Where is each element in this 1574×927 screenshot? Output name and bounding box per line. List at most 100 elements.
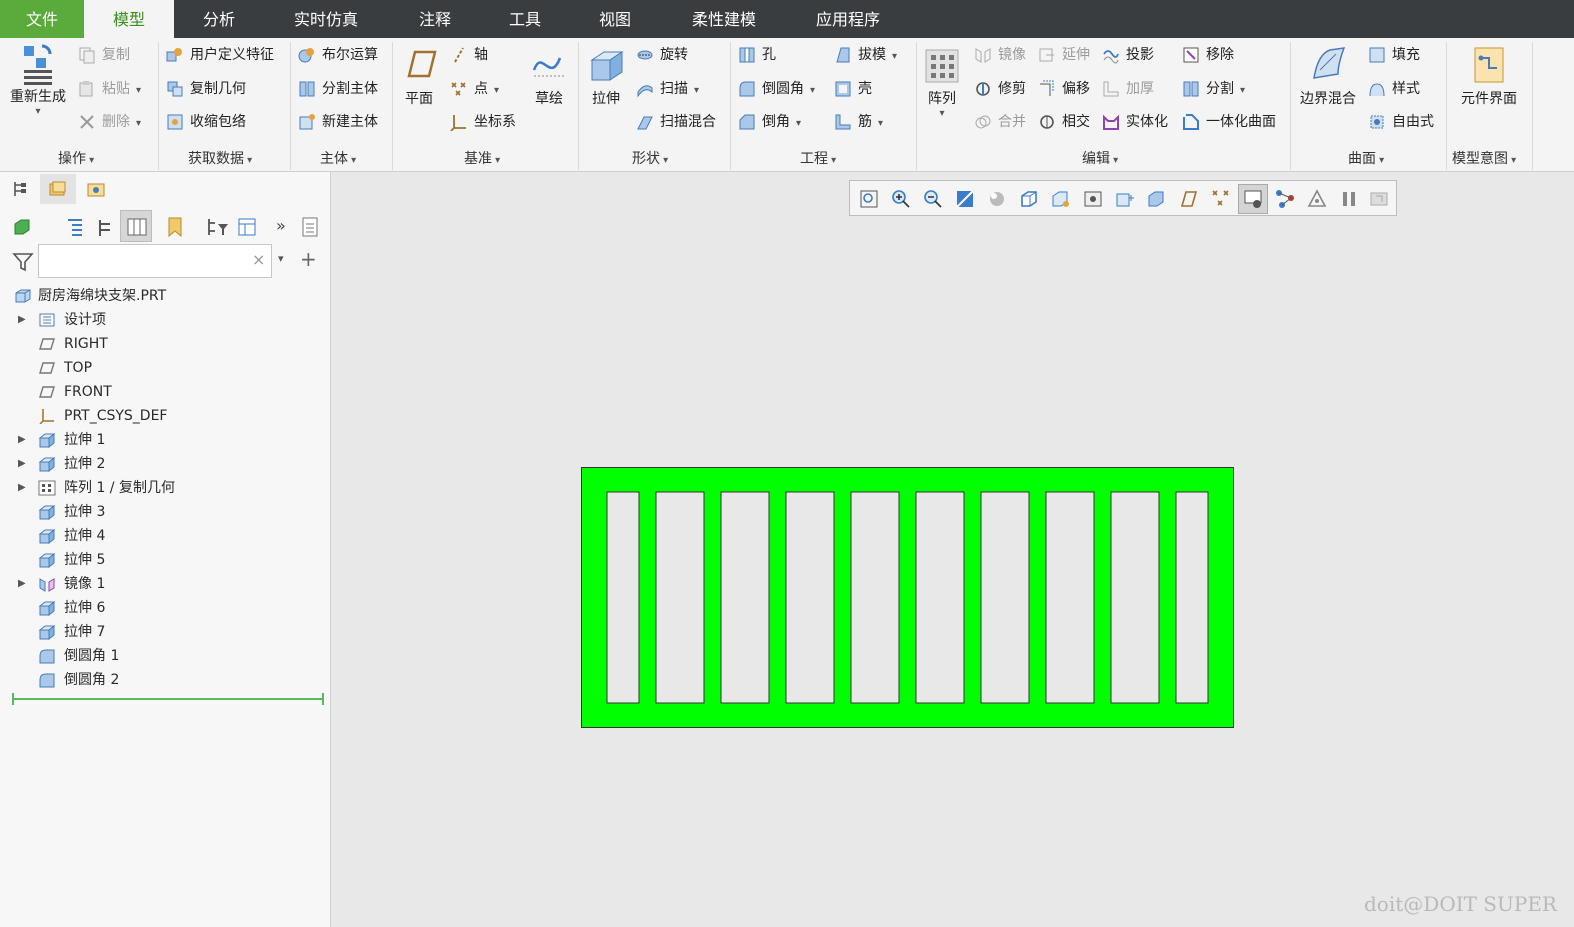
add-filter-icon[interactable]: + — [300, 247, 317, 271]
menu-tab-model[interactable]: 模型 — [84, 0, 174, 38]
expand-arrow-icon[interactable]: ▶ — [18, 308, 26, 332]
group-label-body[interactable]: 主体 — [320, 148, 356, 168]
round-button[interactable]: 倒圆角 ▾ — [738, 77, 815, 101]
tree-item[interactable]: TOP — [0, 356, 320, 380]
folder-browser-tab[interactable] — [40, 174, 76, 204]
axis-button[interactable]: 轴 — [450, 43, 488, 67]
tree-item[interactable]: ▶ 设计项 — [0, 308, 320, 332]
tree-item[interactable]: 拉伸 5 — [0, 548, 320, 572]
slot-cutout[interactable] — [720, 491, 770, 704]
paste-button[interactable]: 粘贴 ▾ — [78, 77, 141, 101]
tree-item[interactable]: FRONT — [0, 380, 320, 404]
slot-cutout[interactable] — [655, 491, 705, 704]
filter-funnel-icon[interactable] — [12, 252, 34, 272]
tree-item[interactable]: 拉伸 6 — [0, 596, 320, 620]
favorites-tab-icon[interactable] — [86, 180, 106, 198]
rib-button[interactable]: 筋 ▾ — [834, 110, 883, 134]
intersect-button[interactable]: 相交 — [1038, 110, 1090, 134]
refit-icon[interactable] — [858, 188, 880, 210]
copy-geometry-button[interactable]: 复制几何 — [166, 77, 246, 101]
part-model-view[interactable] — [581, 467, 1235, 729]
perspective-view-icon[interactable] — [1082, 188, 1104, 210]
datum-points-display-icon[interactable] — [1210, 188, 1232, 210]
group-label-model-intent[interactable]: 模型意图 — [1452, 148, 1516, 168]
menu-tab-flexible-modeling[interactable]: 柔性建模 — [670, 0, 778, 38]
solid-body-icon[interactable] — [12, 216, 32, 236]
group-label-shapes[interactable]: 形状 — [632, 148, 668, 168]
columns-toggle-button[interactable] — [120, 210, 152, 242]
extrude-button[interactable]: 拉伸 — [584, 44, 628, 108]
plane-button[interactable]: 平面 — [398, 44, 440, 108]
remove-button[interactable]: 移除 — [1182, 43, 1234, 67]
group-label-get-data[interactable]: 获取数据 — [188, 148, 252, 168]
tree-item[interactable]: PRT_CSYS_DEF — [0, 404, 320, 428]
udf-button[interactable]: 用户定义特征 — [166, 43, 274, 67]
delete-button[interactable]: 删除 ▾ — [78, 110, 141, 134]
sketch-button[interactable]: 草绘 — [530, 44, 568, 108]
offset-button[interactable]: 偏移 — [1038, 77, 1090, 101]
project-button[interactable]: 投影 — [1102, 43, 1154, 67]
fill-button[interactable]: 填充 — [1368, 43, 1420, 67]
group-label-operations[interactable]: 操作 — [58, 148, 94, 168]
tree-document-icon[interactable] — [300, 216, 320, 238]
group-label-datum[interactable]: 基准 — [464, 148, 500, 168]
tree-item[interactable]: ▶ 拉伸 2 — [0, 452, 320, 476]
tree-item[interactable]: 倒圆角 1 — [0, 644, 320, 668]
view-manager-icon[interactable] — [1050, 188, 1072, 210]
menu-tab-view[interactable]: 视图 — [576, 0, 654, 38]
freestyle-button[interactable]: 自由式 — [1368, 110, 1434, 134]
menu-tab-file[interactable]: 文件 — [0, 0, 84, 38]
saved-orientations-icon[interactable] — [1018, 188, 1040, 210]
pause-icon[interactable] — [1338, 188, 1360, 210]
tree-item[interactable]: ▶ 拉伸 1 — [0, 428, 320, 452]
split-button[interactable]: 分割 ▾ — [1182, 77, 1245, 101]
revolve-button[interactable]: 旋转 — [636, 43, 688, 67]
model-tree-tab-icon[interactable] — [12, 180, 30, 198]
menu-tab-tools[interactable]: 工具 — [486, 0, 564, 38]
more-tools-icon[interactable]: » — [276, 216, 286, 235]
shrinkwrap-button[interactable]: 收缩包络 — [166, 110, 246, 134]
chamfer-button[interactable]: 倒角 ▾ — [738, 110, 801, 134]
insert-here-indicator[interactable] — [14, 698, 324, 700]
menu-tab-applications[interactable]: 应用程序 — [796, 0, 900, 38]
component-interface-button[interactable]: 元件界面 — [1456, 44, 1522, 108]
slot-cutout[interactable] — [1110, 491, 1160, 704]
tree-settings-icon[interactable] — [64, 216, 86, 238]
tree-item[interactable]: 拉伸 3 — [0, 500, 320, 524]
expand-arrow-icon[interactable]: ▶ — [18, 476, 26, 500]
group-label-surfaces[interactable]: 曲面 — [1348, 148, 1384, 168]
pattern-button[interactable]: 阵列 ▾ — [920, 44, 964, 119]
section-icon[interactable] — [1114, 188, 1136, 210]
group-label-engineering[interactable]: 工程 — [800, 148, 836, 168]
slot-cutout[interactable] — [1175, 491, 1209, 704]
zoom-out-icon[interactable] — [922, 188, 944, 210]
mirror-button[interactable]: 镜像 — [974, 43, 1026, 67]
show-columns-icon[interactable] — [236, 216, 258, 238]
bookmark-icon[interactable] — [164, 216, 186, 238]
slot-cutout[interactable] — [1045, 491, 1095, 704]
spin-center-icon[interactable] — [1306, 188, 1328, 210]
zoom-in-icon[interactable] — [890, 188, 912, 210]
group-label-editing[interactable]: 编辑 — [1082, 148, 1118, 168]
trim-button[interactable]: 修剪 — [974, 77, 1026, 101]
appearance-icon[interactable] — [1146, 188, 1168, 210]
solidify-button[interactable]: 实体化 — [1102, 110, 1168, 134]
copy-button[interactable]: 复制 — [78, 43, 130, 67]
search-dropdown-icon[interactable]: ▾ — [278, 252, 284, 265]
slot-cutout[interactable] — [915, 491, 965, 704]
regenerate-button[interactable]: 重新生成 ▾ — [6, 42, 70, 117]
style-button[interactable]: 样式 — [1368, 77, 1420, 101]
csys-button[interactable]: 坐标系 — [450, 110, 516, 134]
tree-item[interactable]: RIGHT — [0, 332, 320, 356]
expand-arrow-icon[interactable]: ▶ — [18, 428, 26, 452]
sweep-button[interactable]: 扫描 ▾ — [636, 77, 699, 101]
display-filter-button[interactable] — [1238, 184, 1268, 214]
redraw-icon[interactable] — [1368, 188, 1390, 210]
tree-filter-list-icon[interactable] — [94, 216, 116, 238]
swept-blend-button[interactable]: 扫描混合 — [636, 110, 716, 134]
clear-search-icon[interactable]: × — [252, 250, 265, 269]
boundary-blend-button[interactable]: 边界混合 — [1296, 44, 1360, 108]
split-body-button[interactable]: 分割主体 — [298, 77, 378, 101]
shell-button[interactable]: 壳 — [834, 77, 872, 101]
repaint-icon[interactable] — [954, 188, 976, 210]
